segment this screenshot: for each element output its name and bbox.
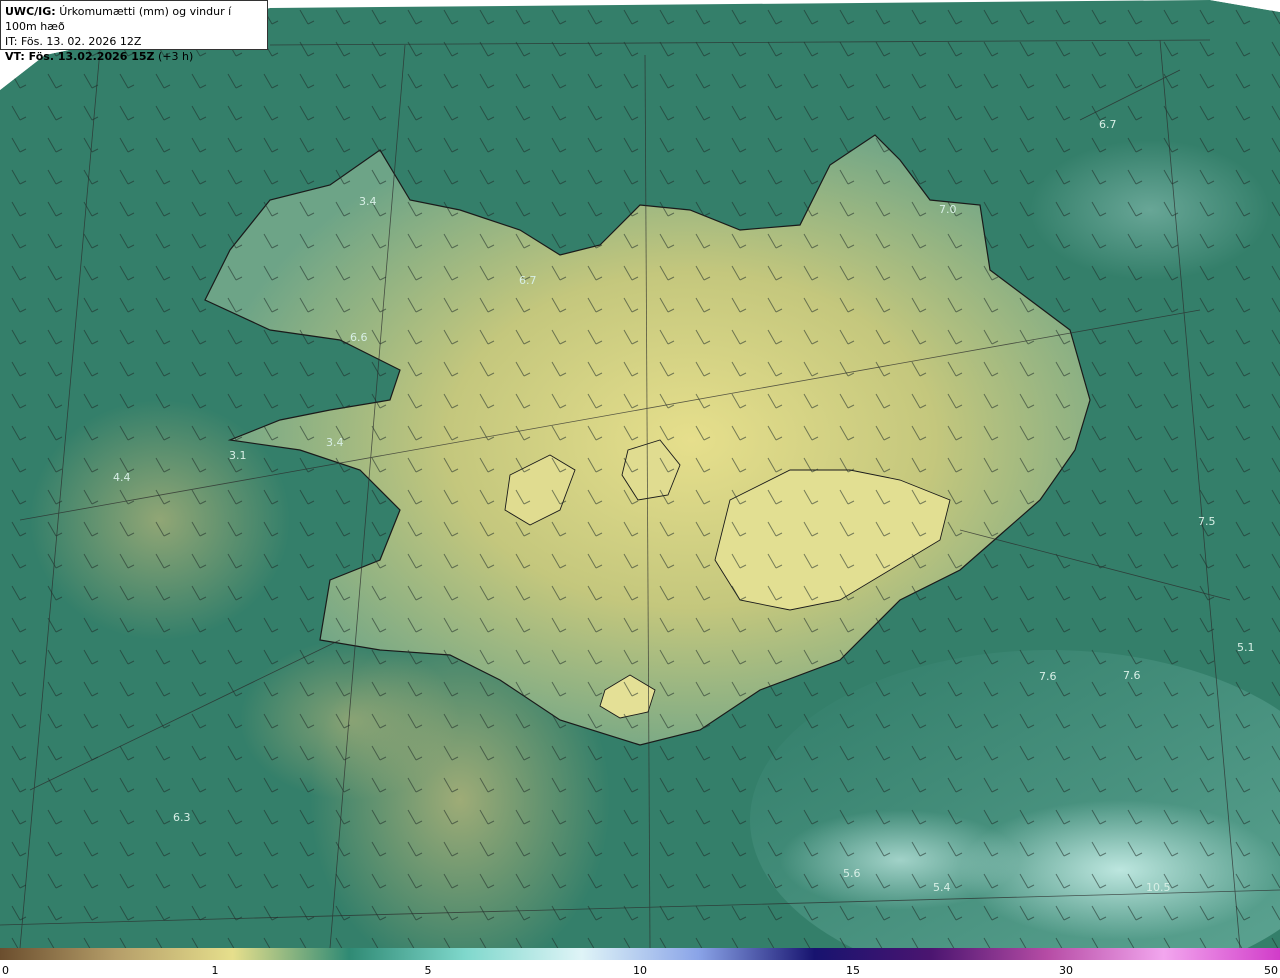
value-label: 5.6 (843, 867, 861, 880)
colorbar-tick: 5 (424, 964, 432, 977)
value-label: 7.6 (1123, 669, 1141, 682)
forecast-map[interactable]: 6.7 3.4 7.0 6.7 6.6 3.4 3.1 4.4 7.5 5.1 … (0, 0, 1280, 948)
colorbar-tick: 30 (1059, 964, 1073, 977)
wind-barbs (0, 0, 1280, 948)
colorbar-tick: 15 (846, 964, 860, 977)
value-label: 7.0 (939, 203, 957, 216)
value-label: 3.4 (326, 436, 344, 449)
colorbar-tick: 1 (211, 964, 219, 977)
value-label: 6.3 (173, 811, 191, 824)
colorbar-tick: 10 (633, 964, 647, 977)
map-header: UWC/IG: Úrkomumætti (mm) og vindur í 100… (0, 0, 268, 63)
value-label: 6.6 (350, 331, 368, 344)
colorbar-tick: 0 (2, 964, 9, 977)
colorbar-gradient (0, 948, 1280, 960)
value-label: 10.5 (1146, 881, 1171, 894)
value-label: 7.5 (1198, 515, 1216, 528)
value-label: 5.1 (1237, 641, 1255, 654)
value-label: 6.7 (1099, 118, 1117, 131)
colorbar-tick: 50 (1264, 964, 1278, 977)
valid-offset: (+3 h) (158, 50, 194, 63)
colorbar: 0 1 5 10 15 30 50 (0, 948, 1280, 978)
value-label: 4.4 (113, 471, 131, 484)
model-name: UWC/IG: (5, 5, 56, 18)
value-label: 3.1 (229, 449, 247, 462)
valid-time: VT: Fös. 13.02.2026 15Z (5, 50, 155, 63)
value-label: 6.7 (519, 274, 537, 287)
value-label: 3.4 (359, 195, 377, 208)
issue-time: IT: Fös. 13. 02. 2026 12Z (5, 35, 142, 48)
value-label: 5.4 (933, 881, 951, 894)
value-label: 7.6 (1039, 670, 1057, 683)
